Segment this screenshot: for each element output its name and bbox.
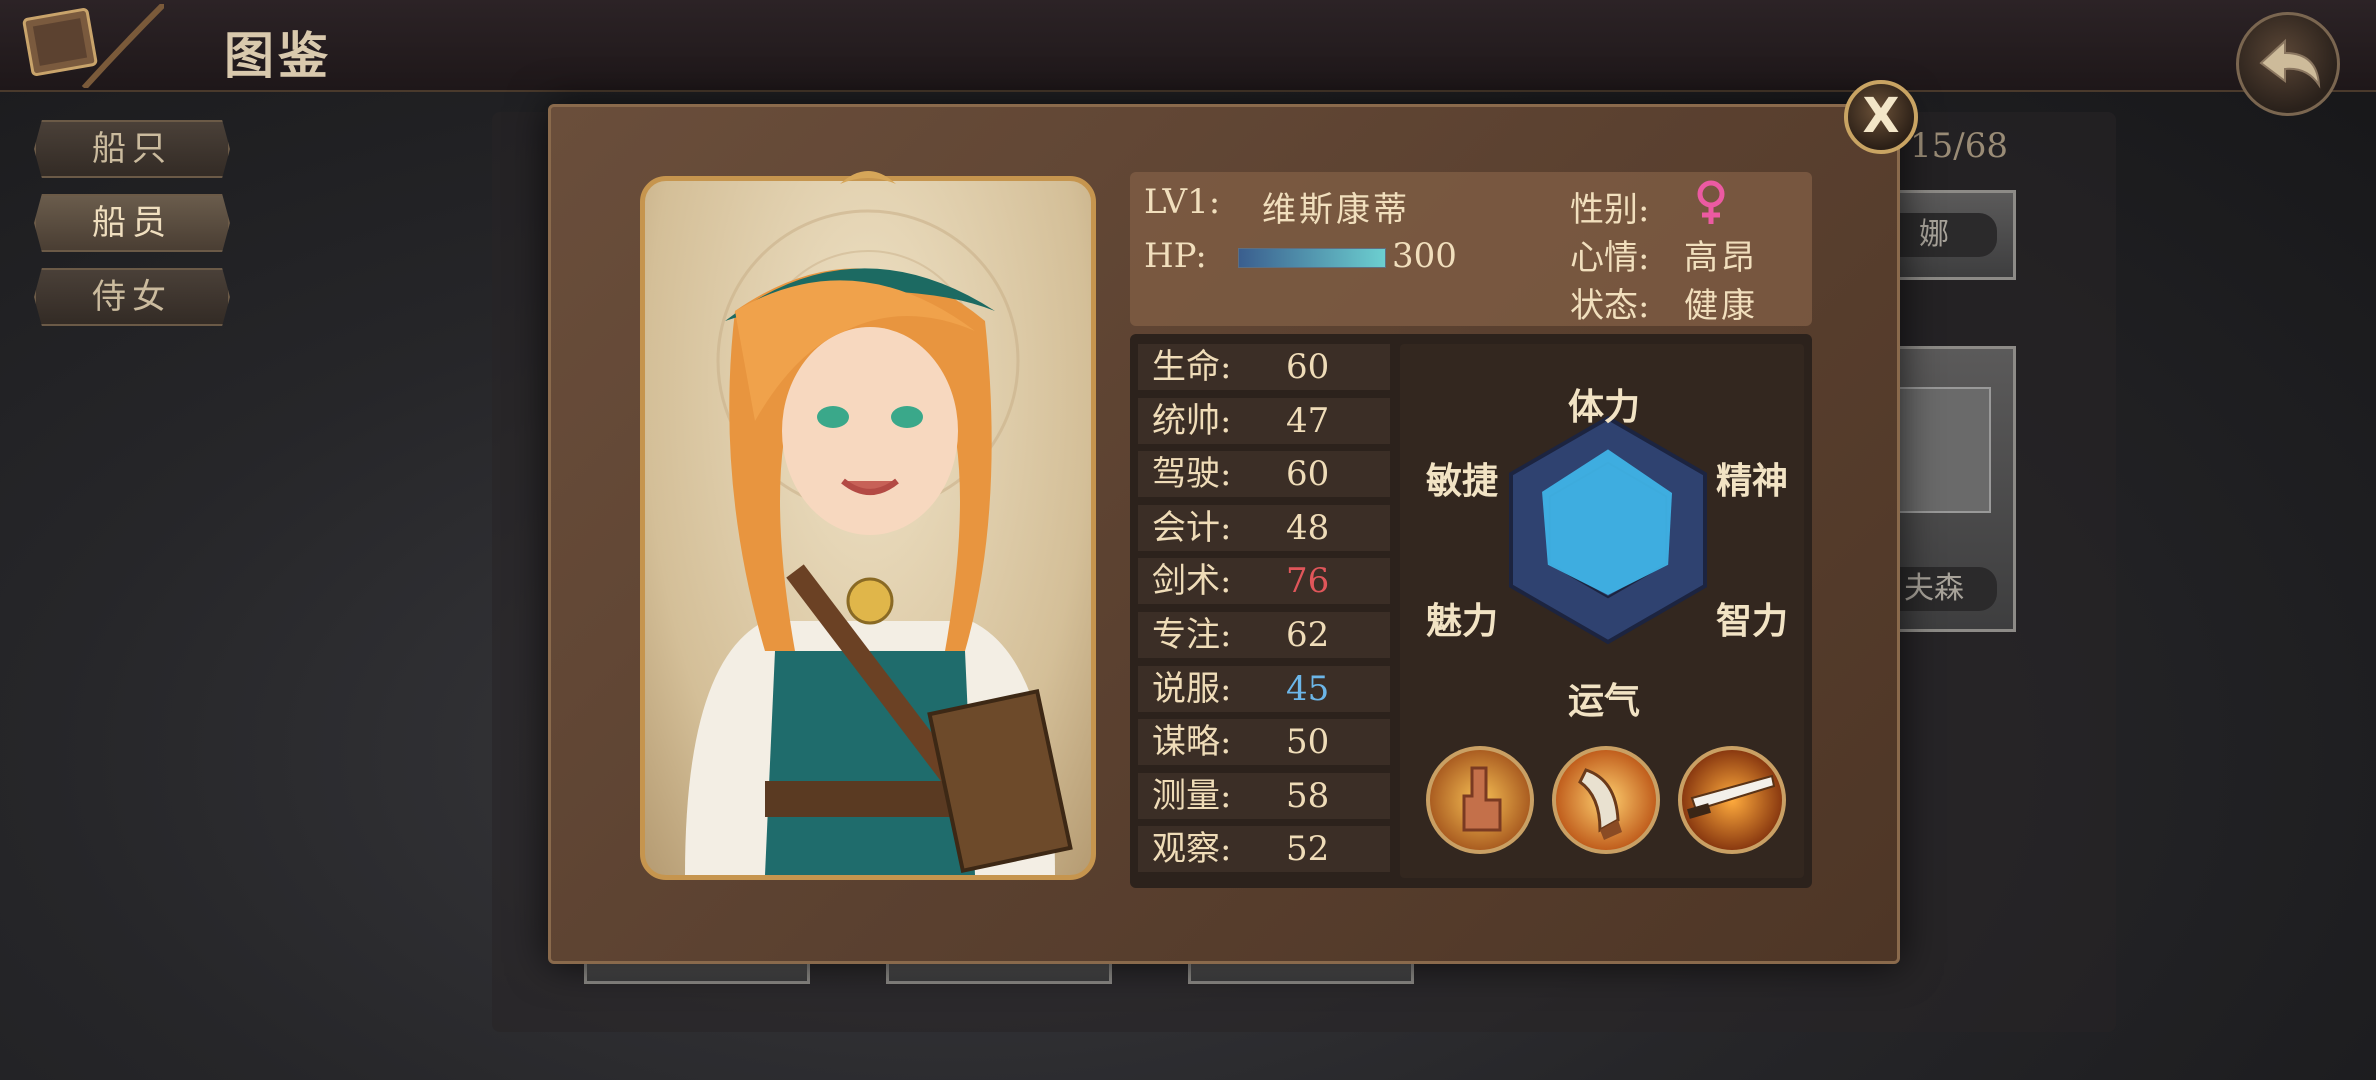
- stat-value: 48: [1286, 507, 1330, 548]
- tab-maids[interactable]: 侍女: [34, 268, 230, 326]
- stat-accounting-row: 会计: 48: [1138, 504, 1390, 551]
- stat-swordsmanship-row: 剑术: 76: [1138, 558, 1390, 605]
- stat-label: 专注:: [1152, 615, 1232, 655]
- hand-gesture-icon[interactable]: [1426, 746, 1534, 854]
- hp-bar: [1238, 248, 1386, 268]
- radar-label-luck: 运气: [1568, 680, 1641, 722]
- page-title: 图鉴: [224, 26, 332, 85]
- close-button[interactable]: X: [1844, 80, 1918, 154]
- stat-value: 47: [1286, 400, 1330, 441]
- hp-label: HP:: [1144, 236, 1207, 276]
- character-name: 维斯康蒂: [1262, 190, 1410, 230]
- stat-value: 60: [1286, 347, 1330, 387]
- stat-label: 会计:: [1152, 507, 1232, 548]
- stat-command-row: 统帅: 47: [1138, 397, 1390, 444]
- stat-label: 生命:: [1152, 347, 1232, 387]
- stat-value: 62: [1286, 615, 1330, 655]
- back-button[interactable]: [2236, 12, 2340, 116]
- stat-label: 统帅:: [1152, 400, 1232, 441]
- radar-label-charm: 魅力: [1426, 600, 1499, 642]
- stat-value: 76: [1286, 561, 1330, 602]
- stat-value: 52: [1286, 829, 1330, 870]
- stat-value: 58: [1286, 775, 1330, 816]
- top-bar: 图鉴: [0, 0, 2376, 116]
- tab-crew[interactable]: 船员: [34, 194, 230, 252]
- stat-label: 说服:: [1152, 668, 1232, 709]
- status-label: 状态:: [1570, 286, 1650, 326]
- hp-bar-fill: [1239, 249, 1385, 267]
- portrait-crest-ornament: [840, 171, 896, 184]
- female-symbol-icon: [1697, 180, 1725, 224]
- mood-value: 高昂: [1684, 238, 1758, 278]
- crew-counter: 15/68: [1910, 126, 2008, 166]
- stat-label: 驾驶:: [1152, 454, 1232, 495]
- codex-book-icon: [14, 1, 167, 91]
- stat-focus-row: 专注: 62: [1138, 612, 1390, 658]
- stat-life-row: 生命: 60: [1138, 344, 1390, 390]
- hp-value: 300: [1392, 236, 1457, 276]
- stat-value: 45: [1286, 668, 1330, 709]
- gender-label: 性别:: [1570, 190, 1650, 230]
- stat-survey-row: 测量: 58: [1138, 772, 1390, 819]
- stat-pilot-row: 驾驶: 60: [1138, 451, 1390, 498]
- stat-strategy-row: 谋略: 50: [1138, 719, 1390, 766]
- stat-observation-row: 观察: 52: [1138, 826, 1390, 873]
- stat-persuasion-row: 说服: 45: [1138, 665, 1390, 712]
- tab-ships[interactable]: 船只: [34, 120, 230, 178]
- level-label: LV1:: [1144, 182, 1221, 222]
- stat-label: 测量:: [1152, 775, 1232, 816]
- mood-label: 心情:: [1570, 238, 1650, 278]
- radar-label-stamina: 体力: [1568, 386, 1641, 428]
- radar-label-agility: 敏捷: [1426, 460, 1499, 502]
- stat-label: 观察:: [1152, 829, 1232, 870]
- stat-value: 60: [1286, 454, 1330, 495]
- radar-label-intellect: 智力: [1716, 600, 1789, 642]
- blade-strike-icon[interactable]: [1678, 746, 1786, 854]
- radar-chart: [1509, 415, 1707, 645]
- back-arrow-icon: [2259, 38, 2321, 89]
- stat-label: 剑术:: [1152, 561, 1232, 602]
- radar-label-spirit: 精神: [1716, 460, 1789, 502]
- status-value: 健康: [1684, 286, 1758, 326]
- horn-blast-icon[interactable]: [1552, 746, 1660, 854]
- stat-value: 50: [1286, 722, 1330, 763]
- stat-label: 谋略:: [1152, 722, 1232, 763]
- character-portrait: [640, 176, 1096, 880]
